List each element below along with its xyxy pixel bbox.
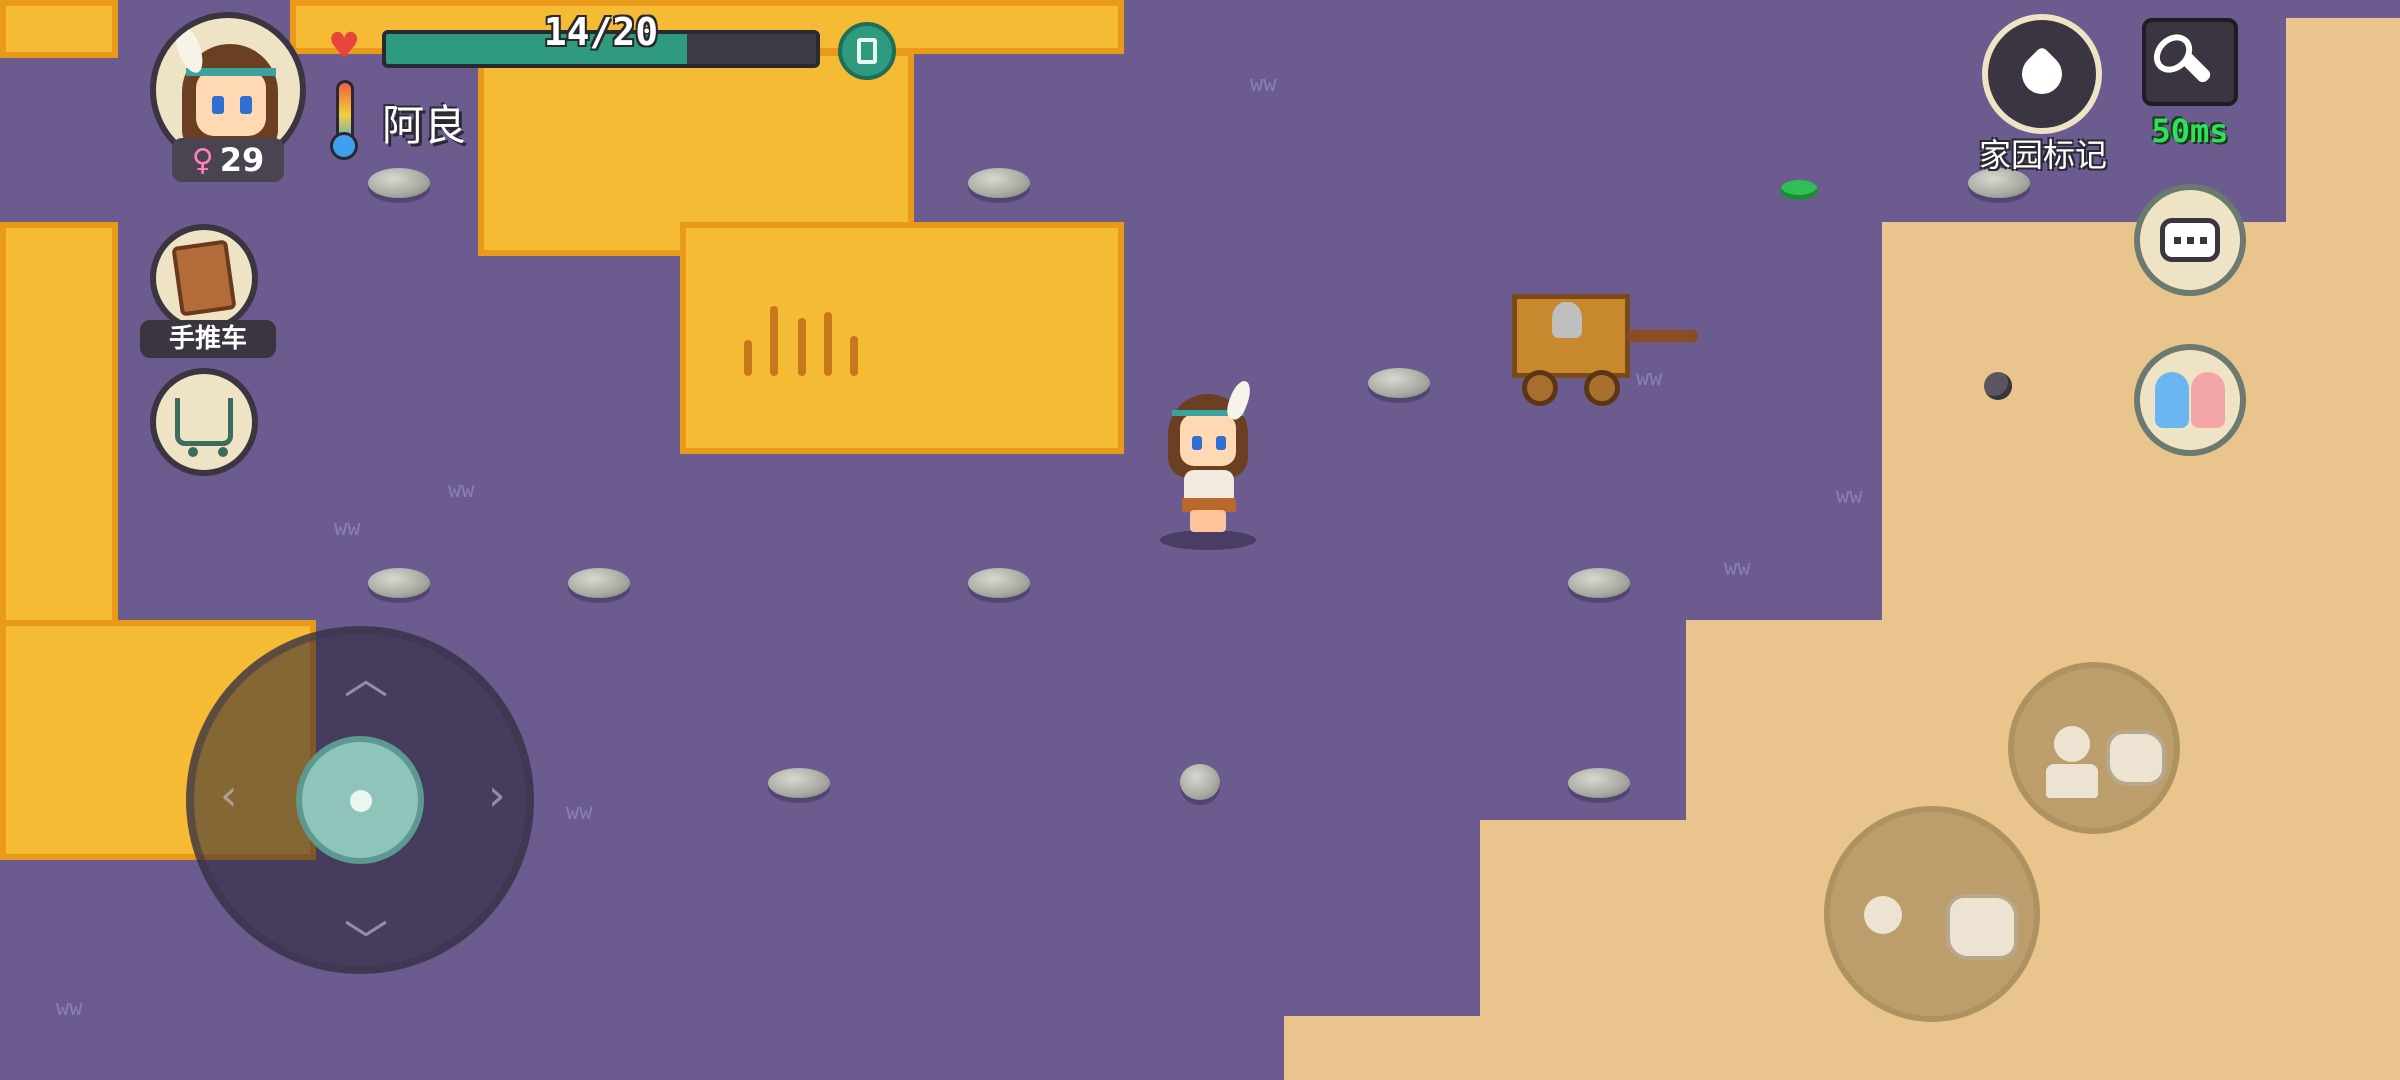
wheat-plant[interactable]: [850, 336, 858, 376]
sand-biome-zone: [2286, 18, 2400, 228]
stone-rock[interactable]: [768, 768, 830, 798]
stone-rock[interactable]: [568, 568, 630, 598]
player-eye: [1192, 436, 1202, 450]
player-eye: [1216, 436, 1226, 450]
latency-readout: 50ms: [2151, 112, 2229, 150]
wheat-plant[interactable]: [744, 340, 752, 376]
home-marker-label: 家园标记: [1978, 136, 2107, 174]
joystick-right-arrow: ›: [488, 770, 506, 821]
player-legs: [1190, 510, 1226, 532]
cart-handle: [1628, 330, 1698, 342]
yellow-biome-zone: [680, 222, 1124, 454]
sand-biome-zone: [1284, 1016, 2400, 1080]
age-value: 29: [219, 141, 265, 179]
grass-tuft: ww: [1250, 72, 1277, 97]
yellow-biome-zone: [0, 0, 118, 58]
heart-icon: ♥: [328, 26, 361, 67]
joystick-knob-dot: [350, 790, 372, 812]
stone-rock[interactable]: [1568, 768, 1630, 798]
hand-cart-object[interactable]: [1512, 294, 1698, 406]
grass-tuft: ww: [566, 800, 593, 825]
avatar-face: [196, 70, 266, 136]
throw-action-button[interactable]: [1824, 806, 2040, 1022]
female-icon: ♀: [191, 142, 214, 178]
grass-tuft: ww: [448, 478, 475, 503]
virtual-joystick[interactable]: ︿ ﹀ ‹ ›: [186, 626, 534, 974]
pin-icon: [2013, 45, 2071, 103]
joystick-left-arrow: ‹: [220, 770, 238, 821]
wheat-plant[interactable]: [770, 306, 778, 376]
chat-bubble-icon: [2160, 218, 2220, 262]
person-body: [2046, 764, 2098, 798]
stone-rock[interactable]: [368, 568, 430, 598]
settings-button[interactable]: [2142, 18, 2238, 106]
yellow-biome-zone: [0, 222, 118, 626]
dark-pebble[interactable]: [1984, 372, 2012, 400]
player-face: [1180, 414, 1236, 466]
cart-stone-load: [1552, 302, 1582, 338]
health-text: 14/20: [543, 10, 659, 54]
give-action-icon: [2106, 730, 2166, 786]
shopping-cart-icon: [175, 398, 233, 457]
give-action-button[interactable]: [2008, 662, 2180, 834]
player-character[interactable]: [1160, 378, 1256, 550]
stone-rock[interactable]: [968, 168, 1030, 198]
recipe-book-button[interactable]: [150, 224, 258, 332]
thermometer-bulb: [330, 132, 358, 160]
avatar-eye: [240, 96, 252, 114]
trash-icon: [857, 38, 877, 64]
stone-rock[interactable]: [1368, 368, 1430, 398]
wheat-plant[interactable]: [798, 318, 806, 376]
shop-button[interactable]: [150, 368, 258, 476]
ball-icon: [1864, 896, 1902, 934]
throw-action-icon: [1946, 894, 2018, 960]
player-feather: [1223, 378, 1255, 422]
wheat-plant[interactable]: [824, 312, 832, 376]
age-badge: ♀ 29: [172, 138, 284, 182]
chat-button[interactable]: [2134, 184, 2246, 296]
grass-tuft: ww: [1836, 484, 1863, 509]
player-name: 阿良: [382, 101, 467, 150]
home-marker-button[interactable]: [1982, 14, 2102, 134]
cart-wheel: [1522, 370, 1558, 406]
recipe-book-icon: [171, 239, 237, 317]
stone-rock[interactable]: [368, 168, 430, 198]
joystick-knob[interactable]: [296, 736, 424, 864]
person-head: [2054, 726, 2090, 762]
grass-tuft: ww: [1724, 556, 1751, 581]
green-gem[interactable]: [1780, 180, 1818, 200]
wrench-icon: [2167, 39, 2213, 85]
friends-button[interactable]: [2134, 344, 2246, 456]
white-stone[interactable]: [1180, 764, 1220, 800]
joystick-down-arrow: ﹀: [344, 917, 388, 968]
joystick-up-arrow: ︿: [344, 653, 388, 704]
trash-button[interactable]: [838, 22, 896, 80]
friends-icon: [2155, 372, 2225, 428]
stone-rock[interactable]: [968, 568, 1030, 598]
cart-label: 手推车: [140, 320, 276, 358]
stone-rock[interactable]: [1568, 568, 1630, 598]
player-shadow: [1160, 530, 1256, 550]
grass-tuft: ww: [56, 996, 83, 1021]
cart-wheel: [1584, 370, 1620, 406]
avatar-eye: [212, 96, 224, 114]
grass-tuft: ww: [334, 516, 361, 541]
